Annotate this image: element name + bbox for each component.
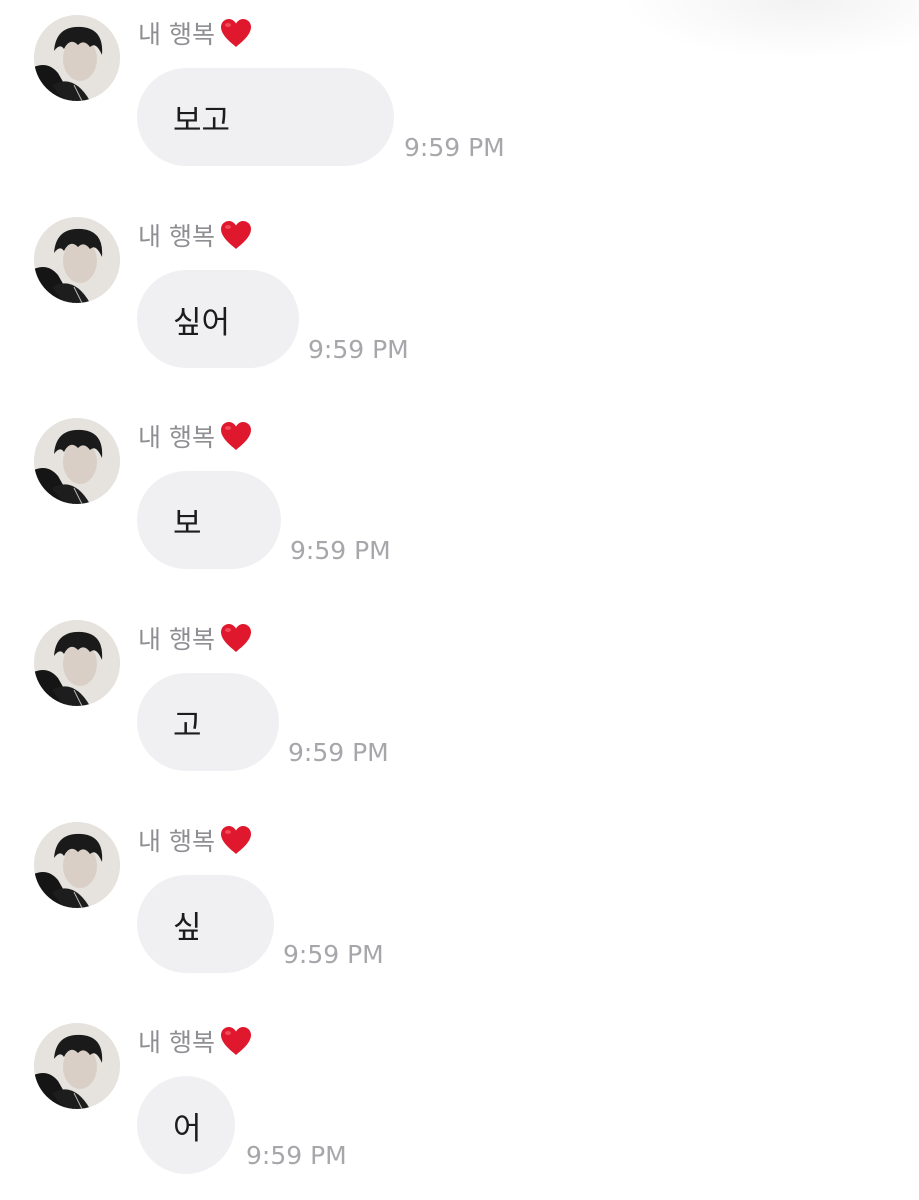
message-row: 내 행복 고 9:59 PM	[0, 605, 919, 775]
avatar[interactable]	[34, 217, 120, 303]
avatar-photo	[34, 822, 120, 908]
heart-icon	[220, 422, 251, 450]
avatar[interactable]	[34, 1023, 120, 1109]
sender-label: 내 행복	[138, 20, 215, 49]
message-bubble[interactable]: 보	[137, 471, 281, 569]
message-row: 내 행복 보 9:59 PM	[0, 403, 919, 573]
avatar[interactable]	[34, 620, 120, 706]
avatar-photo	[34, 15, 120, 101]
sender-name: 내 행복	[138, 217, 253, 253]
avatar[interactable]	[34, 418, 120, 504]
message-row: 내 행복 싶 9:59 PM	[0, 807, 919, 977]
chat-message-list[interactable]: 내 행복 보고 9:59 PM 내 행복 싶어 9:59 PM 내 행복 보 9…	[0, 0, 919, 1200]
sender-label: 내 행복	[138, 625, 215, 654]
message-timestamp: 9:59 PM	[283, 940, 384, 969]
sender-name: 내 행복	[138, 1023, 253, 1059]
message-text: 어	[173, 1110, 202, 1147]
avatar[interactable]	[34, 822, 120, 908]
sender-label: 내 행복	[138, 222, 215, 251]
sender-label: 내 행복	[138, 1028, 215, 1057]
message-timestamp: 9:59 PM	[308, 335, 409, 364]
message-text: 싶	[173, 909, 202, 946]
message-bubble[interactable]: 어	[137, 1076, 235, 1174]
message-timestamp: 9:59 PM	[246, 1141, 347, 1170]
message-text: 고	[173, 707, 202, 744]
message-bubble[interactable]: 고	[137, 673, 279, 771]
heart-icon	[220, 1027, 251, 1055]
heart-icon	[220, 19, 251, 47]
sender-name: 내 행복	[138, 822, 253, 858]
message-timestamp: 9:59 PM	[404, 133, 505, 162]
sender-name: 내 행복	[138, 15, 253, 51]
heart-icon	[220, 221, 251, 249]
message-text: 보고	[173, 102, 231, 139]
sender-label: 내 행복	[138, 423, 215, 452]
avatar-photo	[34, 418, 120, 504]
message-text: 싶어	[173, 304, 231, 341]
message-row: 내 행복 싶어 9:59 PM	[0, 202, 919, 372]
sender-label: 내 행복	[138, 827, 215, 856]
message-timestamp: 9:59 PM	[288, 738, 389, 767]
message-bubble[interactable]: 싶	[137, 875, 274, 973]
message-bubble[interactable]: 보고	[137, 68, 394, 166]
avatar-photo	[34, 620, 120, 706]
message-text: 보	[173, 505, 202, 542]
avatar[interactable]	[34, 15, 120, 101]
heart-icon	[220, 624, 251, 652]
heart-icon	[220, 826, 251, 854]
avatar-photo	[34, 1023, 120, 1109]
message-row: 내 행복 보고 9:59 PM	[0, 0, 919, 170]
message-bubble[interactable]: 싶어	[137, 270, 299, 368]
message-timestamp: 9:59 PM	[290, 536, 391, 565]
sender-name: 내 행복	[138, 418, 253, 454]
message-row: 내 행복 어 9:59 PM	[0, 1008, 919, 1178]
sender-name: 내 행복	[138, 620, 253, 656]
avatar-photo	[34, 217, 120, 303]
